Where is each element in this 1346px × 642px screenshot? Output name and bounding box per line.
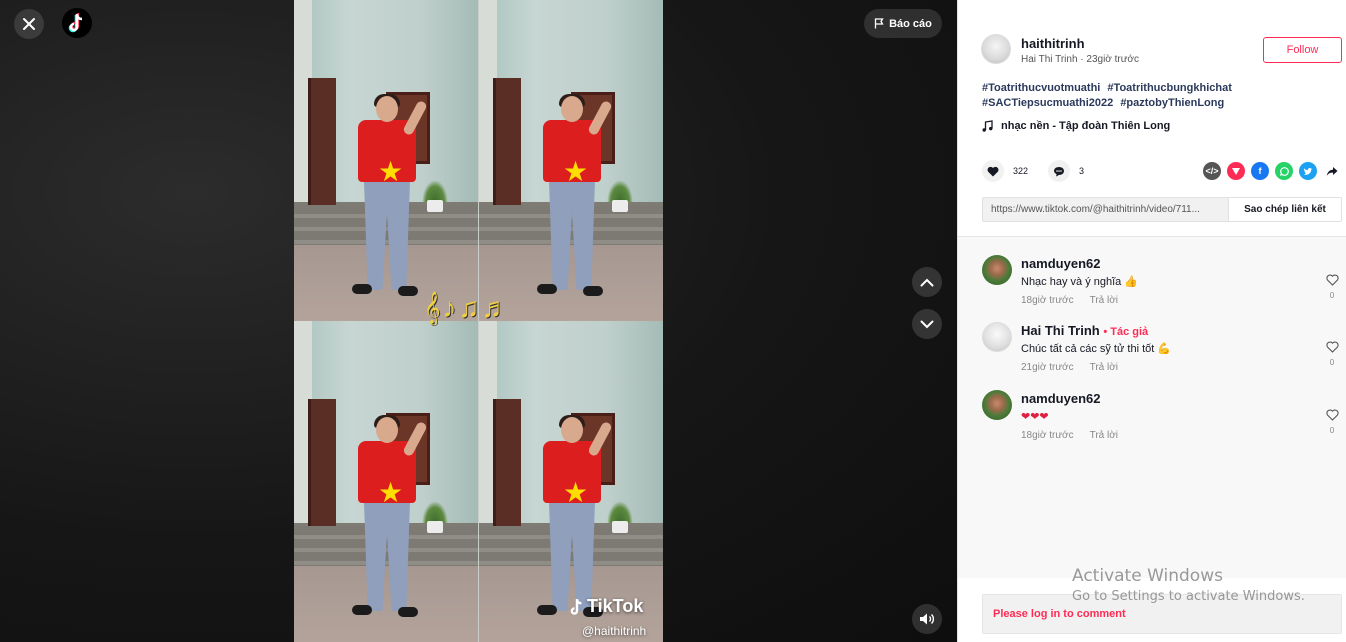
tiktok-logo-icon [68,13,83,33]
commenter-name[interactable]: namduyen62 [1021,256,1100,271]
comment-like-button[interactable] [1324,273,1340,291]
like-count: 322 [1013,166,1029,176]
reply-button[interactable]: Trả lời [1090,295,1118,306]
caption-hashtags: #Toatrithucvuotmuathi #Toatrithucbungkhi… [982,81,1282,111]
heart-outline-icon [1325,409,1339,421]
next-video-button[interactable] [912,309,942,339]
video-stats: 322 3 [982,160,1104,182]
chevron-up-icon [920,278,934,286]
comment-time: 21giờ trước [1021,362,1074,373]
whatsapp-icon [1279,166,1289,176]
twitter-share-button[interactable] [1299,162,1317,180]
volume-icon [920,613,935,625]
tiktok-logo[interactable] [62,8,92,38]
follow-button[interactable]: Follow [1263,37,1342,63]
embed-button[interactable]: </> [1203,162,1221,180]
video-link-box: https://www.tiktok.com/@haithitrinh/vide… [982,197,1342,222]
watermark-brand: TikTok [587,596,644,616]
volume-button[interactable] [912,604,942,634]
author-avatar[interactable] [981,34,1011,64]
tiktok-watermark-icon [570,598,582,615]
hashtag-link[interactable]: #SACTiepsucmuathi2022 [982,97,1113,109]
commenter-avatar[interactable] [982,255,1012,285]
close-button[interactable] [14,9,44,39]
os-activation-watermark: Activate Windows Go to Settings to activ… [1072,566,1305,604]
hashtag-link[interactable]: #Toatrithucvuotmuathi [982,82,1100,94]
reply-button[interactable]: Trả lời [1090,362,1118,373]
comment-text: Chúc tất cả các sỹ tử thi tốt 💪 [1021,343,1172,355]
comment-meta: 18giờ trước Trả lời [1021,295,1118,306]
comment-meta: 18giờ trước Trả lời [1021,430,1118,441]
activation-title: Activate Windows [1072,566,1223,586]
whatsapp-share-button[interactable] [1275,162,1293,180]
music-notes-sticker-icon: 𝄞♪♫♬ [424,292,512,323]
commenter-avatar[interactable] [982,390,1012,420]
like-button[interactable] [982,160,1004,182]
video-link-url[interactable]: https://www.tiktok.com/@haithitrinh/vide… [983,198,1228,221]
copy-link-button[interactable]: Sao chép liên kết [1228,198,1341,221]
reply-button[interactable]: Trả lời [1090,430,1118,441]
comment-list[interactable]: namduyen62 Nhạc hay và ý nghĩa 👍 18giờ t… [958,236,1346,578]
video-tile: ★ [479,0,663,321]
activation-subtitle: Go to Settings to activate Windows. [1072,589,1305,604]
video-area: Báo cáo ★ ★ ★ ★ 𝄞♪♫♬ TikTok @haithitrinh [0,0,957,642]
author-badge: • Tác giả [1103,326,1149,338]
twitter-icon [1303,167,1313,175]
share-arrow-icon [1326,166,1338,176]
login-to-comment-link[interactable]: Please log in to comment [993,608,1126,620]
heart-outline-icon [1325,341,1339,353]
heart-outline-icon [1325,274,1339,286]
more-share-button[interactable] [1323,162,1341,180]
watermark-handle: @haithitrinh [582,624,647,638]
commenter-avatar[interactable] [982,322,1012,352]
video-tile: ★ [479,321,663,642]
comment-icon [1054,166,1065,176]
comment-meta: 21giờ trước Trả lời [1021,362,1118,373]
hashtag-link[interactable]: #paztobyThienLong [1120,97,1224,109]
heart-icon [987,166,999,176]
flag-icon [874,18,884,29]
facebook-icon: f [1258,166,1262,176]
detail-panel: haithitrinh Hai Thi Trinh · 23giờ trước … [957,0,1346,642]
comment-button[interactable] [1048,160,1071,182]
comment-like-count: 0 [1329,291,1335,300]
facebook-share-button[interactable]: f [1251,162,1269,180]
report-label: Báo cáo [889,17,932,30]
author-subtitle: Hai Thi Trinh · 23giờ trước [1021,54,1139,65]
commenter-name[interactable]: namduyen62 [1021,391,1100,406]
comment-text: ❤❤❤ [1021,411,1049,423]
tiktok-watermark: TikTok [570,596,643,617]
chevron-down-icon [920,320,934,328]
comment-like-count: 0 [1329,426,1335,435]
music-title: nhạc nền - Tập đoàn Thiên Long [1001,120,1171,132]
music-note-icon [982,120,993,132]
comment-like-button[interactable] [1324,340,1340,358]
video-tile: ★ [294,321,478,642]
comment-text: Nhạc hay và ý nghĩa 👍 [1021,276,1139,288]
video-tile: ★ [294,0,478,321]
previous-video-button[interactable] [912,267,942,297]
comment-time: 18giờ trước [1021,430,1074,441]
music-link[interactable]: nhạc nền - Tập đoàn Thiên Long [982,120,1170,132]
embed-icon: </> [1205,166,1219,176]
close-icon [23,18,35,30]
report-button[interactable]: Báo cáo [864,9,942,38]
comment-time: 18giờ trước [1021,295,1074,306]
comment-count: 3 [1079,166,1085,176]
comment-like-button[interactable] [1324,408,1340,426]
comment-like-count: 0 [1329,358,1335,367]
hashtag-link[interactable]: #Toatrithucbungkhichat [1107,82,1231,94]
author-username[interactable]: haithitrinh [1021,36,1085,51]
send-icon [1232,168,1240,175]
share-buttons: </> f [1203,162,1341,180]
commenter-name[interactable]: Hai Thi Trinh • Tác giả [1021,323,1148,338]
send-to-friends-button[interactable] [1227,162,1245,180]
